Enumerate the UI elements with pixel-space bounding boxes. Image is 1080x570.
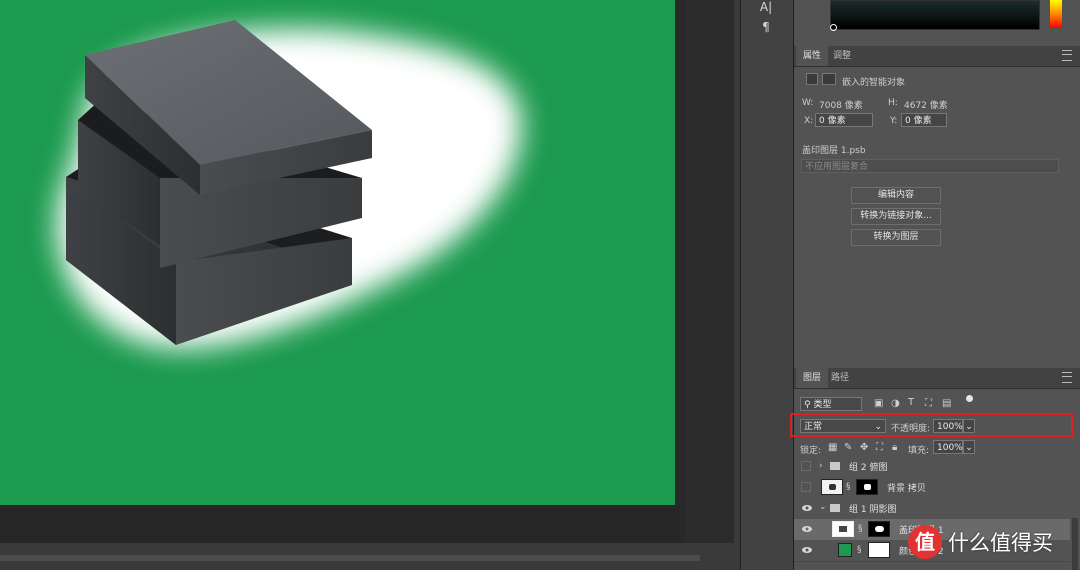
object-type-label: 嵌入的智能对象 xyxy=(842,78,906,88)
visibility-off-icon[interactable] xyxy=(801,482,811,492)
layer-row[interactable]: § 背景 拷贝 xyxy=(794,477,1070,499)
convert-to-linked-button[interactable]: 转换为链接对象... xyxy=(851,208,941,225)
character-panel-icon[interactable]: A| xyxy=(756,0,776,14)
document-canvas[interactable] xyxy=(0,0,675,505)
layer-name[interactable]: 组 1 阴影图 xyxy=(849,502,896,515)
edit-contents-button[interactable]: 编辑内容 xyxy=(851,187,941,204)
layer-name[interactable]: 背景 拷贝 xyxy=(887,481,926,494)
hue-slider[interactable] xyxy=(1050,0,1062,28)
convert-to-layers-button[interactable]: 转换为图层 xyxy=(851,229,941,246)
fill-dropdown[interactable]: ⌄ xyxy=(963,440,975,454)
panel-icon-strip: A| ¶ xyxy=(740,0,794,570)
height-label: H: xyxy=(888,98,898,108)
layer-mask-thumbnail xyxy=(868,521,890,537)
color-panel xyxy=(794,0,1080,44)
smart-object-thumbnail xyxy=(832,521,854,537)
smart-object-icon xyxy=(806,73,818,85)
vertical-scrollbar[interactable] xyxy=(685,0,740,543)
filter-smart-object-icon[interactable]: ▤ xyxy=(942,398,951,409)
layer-filter-value: 类型 xyxy=(813,400,832,410)
mask-icon[interactable] xyxy=(822,73,836,85)
y-position-input[interactable]: 0 像素 xyxy=(901,113,947,127)
lock-pixels-icon[interactable]: ✎ xyxy=(844,442,852,453)
layer-mask-thumbnail xyxy=(856,479,878,495)
link-icon[interactable]: § xyxy=(846,482,851,492)
eye-icon[interactable] xyxy=(802,504,812,512)
right-panel-dock: 属性 调整 嵌入的智能对象 W: 7008 像素 H: 4672 像素 X: 0… xyxy=(790,0,1080,570)
filter-pixel-icon[interactable]: ▣ xyxy=(874,398,883,409)
layers-scrollbar[interactable] xyxy=(1072,518,1078,570)
folder-icon xyxy=(830,504,840,512)
fill-label: 填充: xyxy=(908,446,930,456)
layers-panel-menu-icon[interactable] xyxy=(1062,372,1072,383)
properties-tabbar: 属性 调整 xyxy=(794,46,1080,67)
watermark: 值 什么值得买 xyxy=(908,522,1053,562)
smart-object-image xyxy=(56,20,522,349)
height-value: 4672 像素 xyxy=(904,101,948,111)
horizontal-scroll-thumb[interactable] xyxy=(0,555,700,561)
x-label: X: xyxy=(804,116,814,126)
lock-label: 锁定: xyxy=(800,446,822,456)
lock-position-icon[interactable]: ✥ xyxy=(860,442,868,453)
tab-adjustments[interactable]: 调整 xyxy=(826,46,858,66)
panel-menu-icon[interactable] xyxy=(1062,50,1072,61)
lock-transparency-icon[interactable]: ▦ xyxy=(828,442,837,453)
eye-icon[interactable] xyxy=(802,525,812,533)
fill-color-swatch xyxy=(838,543,852,557)
properties-panel: 属性 调整 嵌入的智能对象 W: 7008 像素 H: 4672 像素 X: 0… xyxy=(794,46,1080,364)
eye-icon[interactable] xyxy=(802,546,812,554)
filter-type-icon[interactable]: T xyxy=(908,397,914,408)
watermark-text: 什么值得买 xyxy=(948,531,1053,555)
width-value: 7008 像素 xyxy=(819,101,863,111)
layer-thumbnail xyxy=(821,479,843,495)
tab-properties[interactable]: 属性 xyxy=(796,46,829,66)
paragraph-panel-icon[interactable]: ¶ xyxy=(756,20,776,34)
canvas-area[interactable]: ✕ xyxy=(0,0,773,570)
layer-row[interactable]: › 组 2 俯图 xyxy=(794,456,1070,478)
layer-mask-thumbnail xyxy=(868,542,890,558)
search-icon: ⚲ xyxy=(804,400,811,410)
layer-filter-select[interactable]: ⚲ 类型 xyxy=(800,397,862,411)
link-icon[interactable]: § xyxy=(858,524,863,534)
y-label: Y: xyxy=(890,116,898,126)
tab-paths[interactable]: 路径 xyxy=(824,368,856,388)
filter-toggle-icon[interactable] xyxy=(966,395,973,402)
fill-input[interactable]: 100% xyxy=(933,440,963,454)
canvas-pasteboard xyxy=(0,505,680,543)
watermark-logo: 值 xyxy=(908,525,942,559)
chevron-right-icon[interactable]: › xyxy=(819,461,823,471)
color-field[interactable] xyxy=(830,0,1040,30)
chevron-down-icon: ⌄ xyxy=(965,443,973,453)
visibility-off-icon[interactable] xyxy=(801,461,811,471)
layers-tabbar: 图层 路径 xyxy=(794,368,1080,389)
red-highlight-box xyxy=(790,413,1073,437)
lock-artboard-icon[interactable]: ⛶ xyxy=(876,442,883,453)
link-icon[interactable]: § xyxy=(857,545,862,555)
filter-shape-icon[interactable]: ⛶ xyxy=(925,398,932,409)
layer-row[interactable]: ⌄ 组 1 阴影图 xyxy=(794,498,1070,520)
horizontal-scrollbar[interactable] xyxy=(0,543,740,570)
filter-adjustment-icon[interactable]: ◑ xyxy=(891,398,900,409)
width-label: W: xyxy=(802,98,814,108)
color-picker-handle[interactable] xyxy=(830,24,837,31)
x-position-input[interactable]: 0 像素 xyxy=(815,113,873,127)
layer-comp-select[interactable]: 不应用图层复合 xyxy=(801,159,1059,173)
chevron-down-icon[interactable]: ⌄ xyxy=(819,502,827,512)
folder-icon xyxy=(830,462,840,470)
layer-name[interactable]: 组 2 俯图 xyxy=(849,460,887,473)
smart-object-filename: 盖印图层 1.psb xyxy=(802,146,866,156)
lock-all-icon[interactable]: 🔒︎ xyxy=(892,442,897,453)
